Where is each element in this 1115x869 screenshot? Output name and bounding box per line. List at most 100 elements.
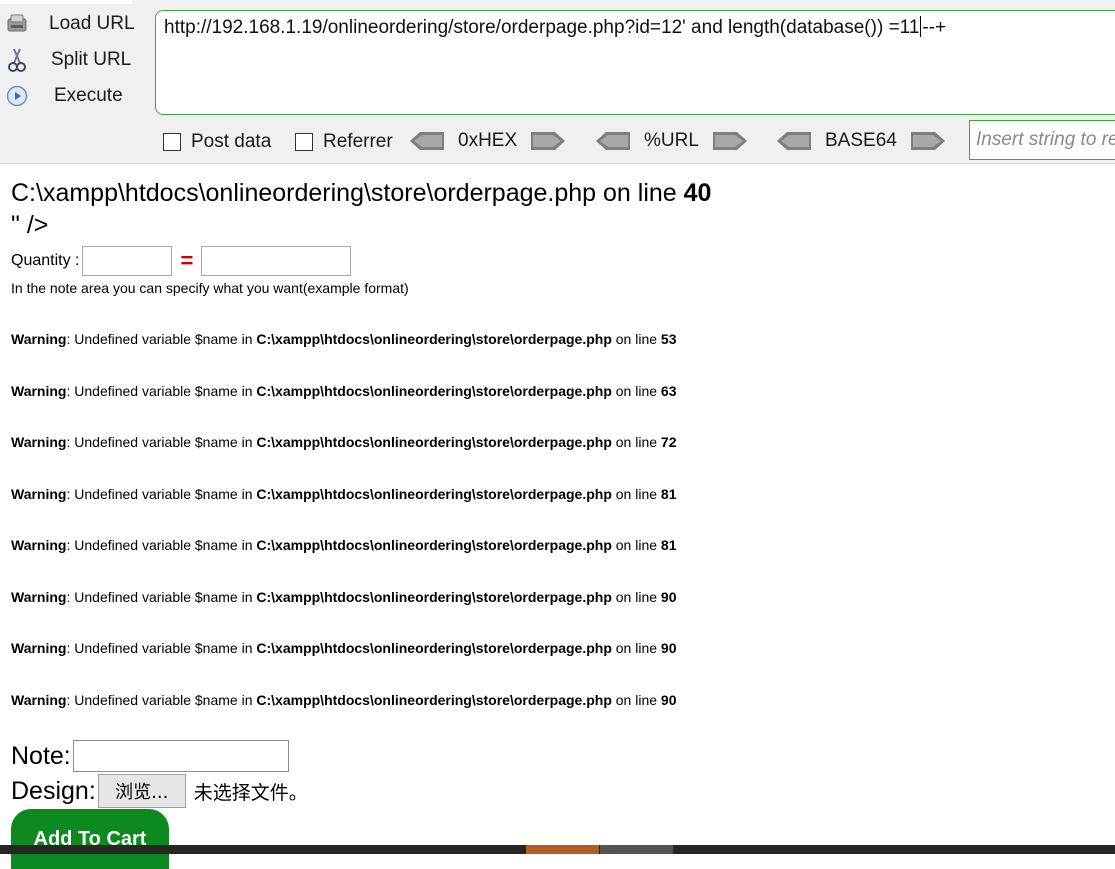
note-hint: In the note area you can specify what yo… [11,280,409,296]
url-decode-arrow-icon[interactable] [596,132,630,150]
add-to-cart-button[interactable]: Add To Cart [11,809,169,869]
hex-encoder: 0xHEX [410,128,566,154]
warning-label: Warning [11,331,67,347]
equals-sign: = [180,248,194,273]
url-encoder: %URL [596,128,747,154]
base64-label: BASE64 [825,130,897,151]
browse-file-button[interactable]: 浏览... [97,774,186,808]
warning-line-number: 90 [660,588,677,605]
warning-label: Warning [11,691,67,708]
warning-on-line: on line [611,588,661,605]
warning-message: Warning: Undefined variable $name in C:\… [11,382,677,434]
quantity-row: Quantity : = [11,245,352,277]
warning-message: Warning: Undefined variable $name in C:\… [11,536,677,588]
warning-message: Warning: Undefined variable $name in C:\… [11,485,677,537]
taskbar-segment-active [526,845,599,854]
warning-text: : Undefined variable $name in [66,691,257,708]
base64-decode-arrow-icon[interactable] [777,132,811,150]
warning-line-number: 53 [660,331,677,347]
design-label: Design: [11,776,96,805]
execute-icon [5,84,29,108]
url-encode-arrow-icon[interactable] [712,132,747,150]
url-text-tail: --+ [922,17,947,38]
url-textarea[interactable]: http://192.168.1.19/onlineordering/store… [155,10,1115,115]
referrer-checkbox-box[interactable] [295,133,313,151]
split-url-icon [5,48,29,72]
warning-label: Warning [11,434,67,450]
referrer-label: Referrer [323,131,393,152]
warning-message: Warning: Undefined variable $name in C:\… [11,588,677,640]
warning-on-line: on line [611,691,661,708]
warning-message: Warning: Undefined variable $name in C:\… [11,639,677,691]
quantity-input[interactable] [82,246,173,276]
warning-line-number: 90 [660,640,677,656]
warning-on-line: on line [611,434,661,450]
warning-text: : Undefined variable $name in [66,640,257,656]
post-data-label: Post data [191,131,272,152]
warning-label: Warning [11,382,67,399]
warning-line-number: 90 [660,691,677,708]
insert-string-input[interactable]: Insert string to replace [969,120,1115,160]
warning-file: C:\xampp\htdocs\onlineordering\store\ord… [256,588,612,605]
url-text: http://192.168.1.19/onlineordering/store… [164,17,920,38]
warning-file: C:\xampp\htdocs\onlineordering\store\ord… [256,485,612,502]
note-row: Note: [11,740,289,772]
post-data-checkbox-box[interactable] [163,133,181,151]
warning-file: C:\xampp\htdocs\onlineordering\store\ord… [256,434,612,450]
warning-line-number: 72 [660,434,677,450]
warning-line-number: 63 [660,382,677,399]
warning-on-line: on line [611,640,661,656]
hackbar-toolbar: Load URL Split URL Execute http://192.16… [0,0,1115,164]
warning-file: C:\xampp\htdocs\onlineordering\store\ord… [256,691,612,708]
warning-on-line: on line [611,485,661,502]
url-enc-label: %URL [644,130,699,151]
warning-message: Warning: Undefined variable $name in C:\… [11,691,677,743]
bottom-taskbar-strip [0,845,1115,854]
split-url-label: Split URL [51,49,132,70]
stray-tag-close: " /> [11,211,49,239]
warning-text: : Undefined variable $name in [66,537,257,553]
warning-line-number: 81 [660,537,677,553]
error-line-number: 40 [683,179,712,207]
hex-encode-arrow-icon[interactable] [531,132,566,150]
total-input[interactable] [201,246,352,276]
warning-on-line: on line [611,382,661,399]
load-url-icon [5,12,29,36]
warning-line-number: 81 [660,485,677,502]
warning-file: C:\xampp\htdocs\onlineordering\store\ord… [256,331,612,347]
warning-on-line: on line [611,331,661,347]
warning-text: : Undefined variable $name in [66,588,257,605]
note-input[interactable] [72,740,289,772]
load-url-button[interactable]: Load URL [0,6,150,42]
execute-button[interactable]: Execute [0,78,150,114]
split-url-button[interactable]: Split URL [0,42,150,78]
error-path-line: C:\xampp\htdocs\onlineordering\store\ord… [11,178,1111,208]
base64-encoder: BASE64 [777,128,945,154]
warning-text: : Undefined variable $name in [66,434,257,450]
execute-label: Execute [54,85,123,106]
page-content: C:\xampp\htdocs\onlineordering\store\ord… [11,178,1111,869]
warning-message: Warning: Undefined variable $name in C:\… [11,330,677,382]
base64-encode-arrow-icon[interactable] [910,132,945,150]
warning-label: Warning [11,537,67,553]
warning-file: C:\xampp\htdocs\onlineordering\store\ord… [256,537,612,553]
warning-text: : Undefined variable $name in [66,382,257,399]
referrer-checkbox[interactable]: Referrer [295,131,393,153]
hackbar-actions: Load URL Split URL Execute [0,6,150,114]
warning-file: C:\xampp\htdocs\onlineordering\store\ord… [256,640,612,656]
hex-decode-arrow-icon[interactable] [410,132,444,150]
toolbar-edge [0,0,132,4]
warning-file: C:\xampp\htdocs\onlineordering\store\ord… [256,382,612,399]
quantity-label: Quantity : [11,252,80,269]
warning-on-line: on line [611,537,661,553]
hex-label: 0xHEX [458,130,518,151]
warning-list: Warning: Undefined variable $name in C:\… [11,330,677,742]
design-row: Design: 浏览... 未选择文件。 [11,774,308,808]
taskbar-segment [600,845,673,854]
warning-text: : Undefined variable $name in [66,485,257,502]
warning-message: Warning: Undefined variable $name in C:\… [11,433,677,485]
no-file-selected-text: 未选择文件。 [193,781,308,804]
insert-string-placeholder: Insert string to replace [976,129,1115,150]
note-label: Note: [11,741,71,770]
post-data-checkbox[interactable]: Post data [163,131,271,153]
